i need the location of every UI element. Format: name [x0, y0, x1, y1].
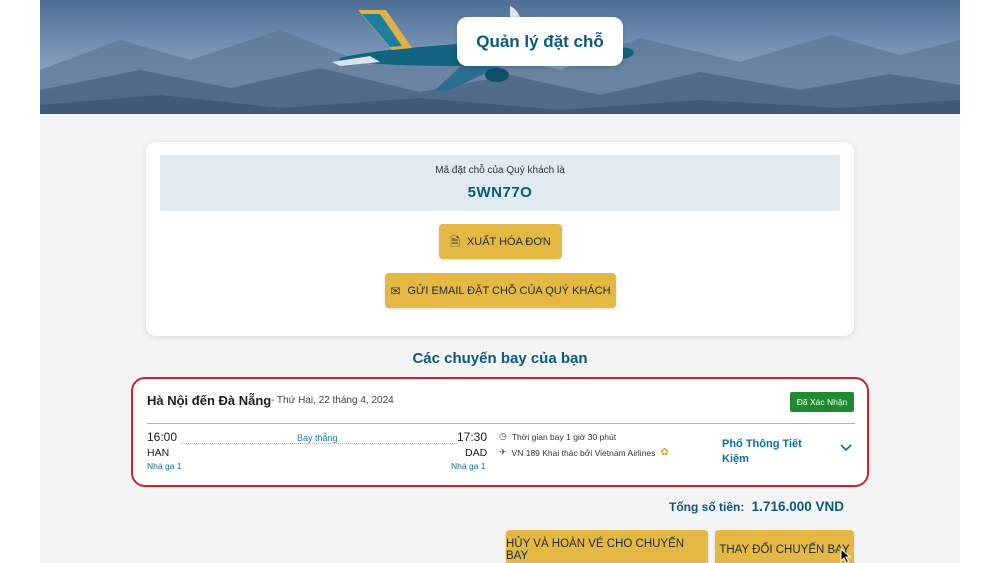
depart-time: 16:00: [147, 430, 178, 444]
total-amount: Tổng số tiền: 1.716.000 VND: [669, 499, 844, 514]
flights-heading: Các chuyến bay của bạn: [412, 350, 588, 367]
total-label: Tổng số tiền:: [669, 500, 745, 514]
flight-date: - Thứ Hai, 22 tháng 4, 2024: [271, 395, 394, 406]
arrive-time: 17:30: [457, 430, 488, 444]
arrive-terminal: Nhà ga 1: [451, 461, 486, 471]
booking-code-label: Mã đặt chỗ của Quý khách là: [435, 165, 565, 176]
depart-airport-code: HAN: [147, 447, 170, 459]
flight-duration: ◷ Thời gian bay 1 giờ 30 phút: [499, 431, 616, 442]
arrive-airport-code: DAD: [465, 447, 488, 459]
mouse-cursor-icon: [840, 548, 852, 563]
cancel-refund-button[interactable]: HỦY VÀ HOÀN VÉ CHO CHUYẾN BAY: [506, 530, 708, 563]
status-badge: Đã Xác Nhận: [790, 392, 854, 412]
total-value: 1.716.000 VND: [751, 499, 844, 514]
flight-path-line: [181, 443, 457, 444]
fare-class: Phổ Thông Tiết Kiệm: [722, 438, 802, 465]
send-email-button[interactable]: ✉ GỬI EMAIL ĐẶT CHỖ CỦA QUÝ KHÁCH: [385, 273, 616, 308]
flight-number-text: VN 189 Khai thác bởi Vietnam Airlines: [511, 447, 656, 458]
chevron-down-icon[interactable]: [839, 440, 853, 456]
page-title: Quản lý đặt chỗ: [457, 17, 623, 66]
send-email-label: GỬI EMAIL ĐẶT CHỖ CỦA QUÝ KHÁCH: [407, 284, 611, 297]
change-flight-button[interactable]: THAY ĐỔI CHUYẾN BAY: [715, 530, 854, 563]
divider: [147, 423, 855, 424]
booking-code-box: Mã đặt chỗ của Quý khách là 5WN77O: [160, 155, 840, 211]
flight-number-info: ✈ VN 189 Khai thác bởi Vietnam Airlines …: [499, 447, 669, 458]
depart-terminal: Nhà ga 1: [147, 461, 182, 471]
vietnam-airlines-logo-icon: ✿: [660, 447, 669, 458]
flight-stops: Bay thẳng: [297, 433, 338, 443]
booking-code: 5WN77O: [467, 184, 533, 201]
document-icon: 🗎: [450, 234, 460, 249]
mail-icon: ✉: [390, 283, 401, 298]
booking-code-card: Mã đặt chỗ của Quý khách là 5WN77O 🗎 XUẤ…: [146, 142, 854, 336]
export-invoice-label: XUẤT HÓA ĐƠN: [466, 235, 551, 248]
clock-icon: ◷: [499, 431, 507, 441]
plane-icon: ✈: [499, 447, 507, 457]
flight-duration-text: Thời gian bay 1 giờ 30 phút: [511, 431, 617, 442]
export-invoice-button[interactable]: 🗎 XUẤT HÓA ĐƠN: [439, 224, 562, 259]
flight-route: Hà Nội đến Đà Nẵng: [147, 393, 272, 408]
flight-card[interactable]: Hà Nội đến Đà Nẵng - Thứ Hai, 22 tháng 4…: [131, 377, 869, 487]
hero-banner: Quản lý đặt chỗ: [40, 0, 960, 114]
